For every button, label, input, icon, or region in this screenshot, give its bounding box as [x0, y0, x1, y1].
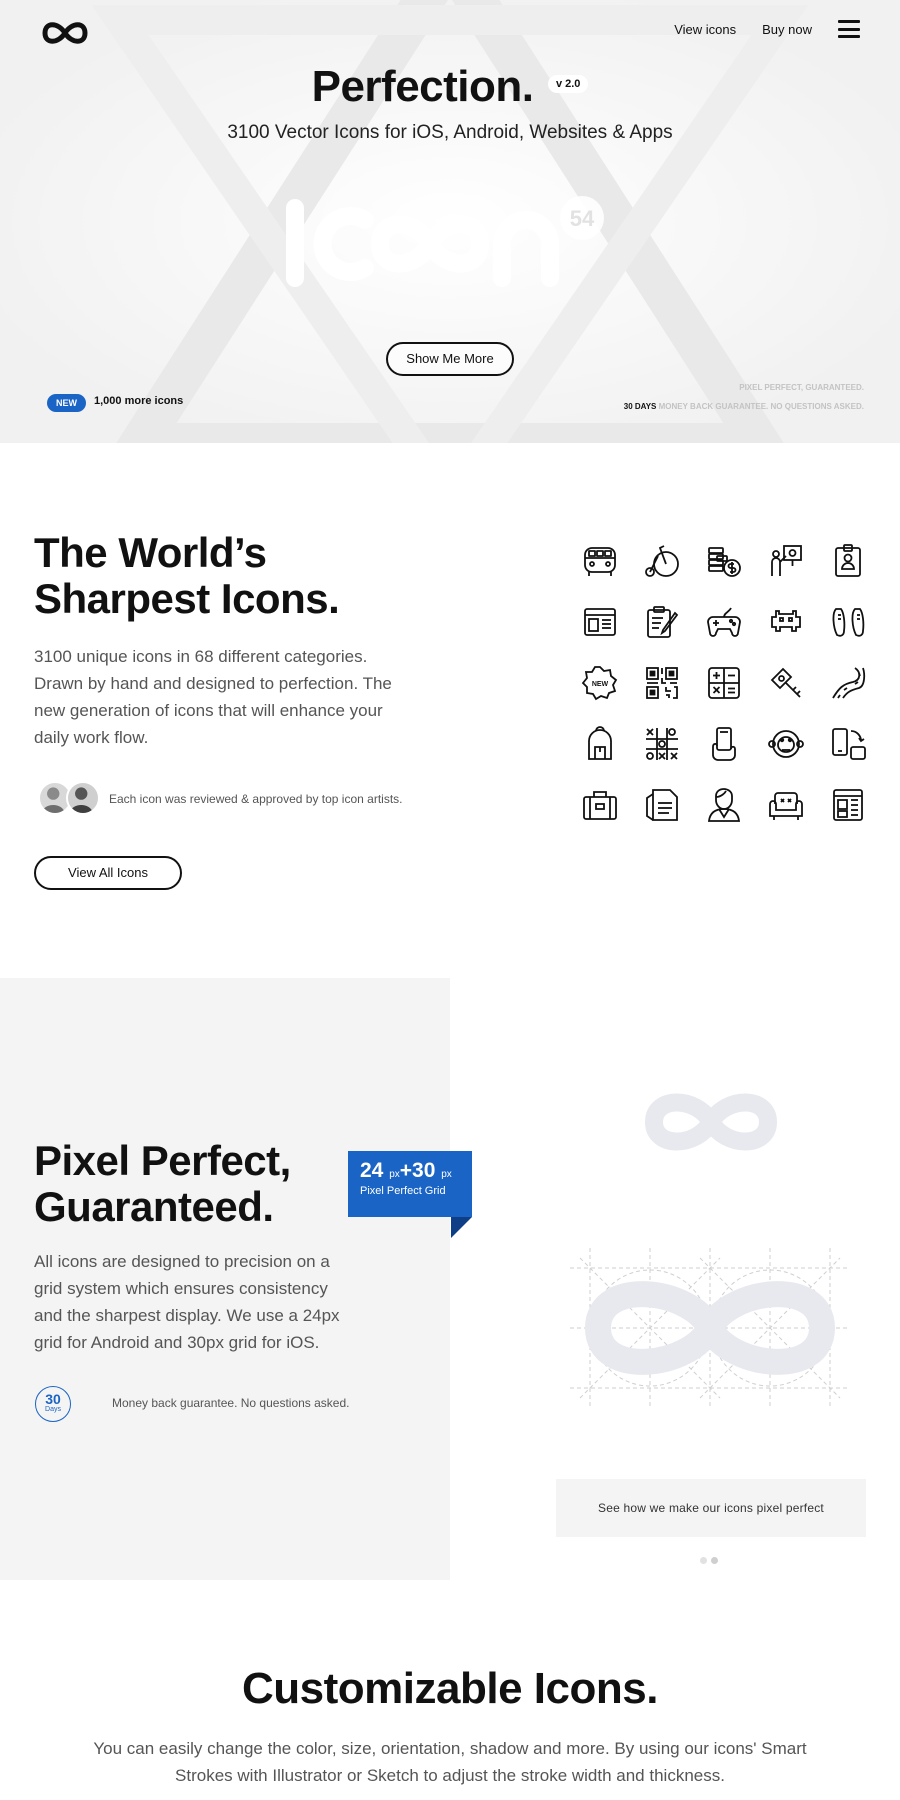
qr-code-icon: [632, 652, 692, 713]
coins-dollar-icon: [694, 530, 754, 591]
sharpest-description: 3100 unique icons in 68 different catego…: [34, 647, 392, 747]
carousel-dot[interactable]: [700, 1557, 707, 1564]
clipboard-pencil-icon: [632, 591, 692, 652]
hero-subtitle: 3100 Vector Icons for iOS, Android, Webs…: [227, 122, 673, 143]
new-badge-icon: NEW: [570, 652, 630, 713]
sneakers-icon: [818, 591, 878, 652]
grid-sizes: 24 px+30 px: [360, 1159, 460, 1183]
browser-layout-icon: [570, 591, 630, 652]
hamburger-line: [838, 27, 860, 31]
infinity-logo[interactable]: [40, 18, 90, 48]
new-badge: NEW: [47, 394, 86, 412]
hamburger-line: [838, 20, 860, 23]
grid-size-ios: 30: [412, 1159, 436, 1182]
tag-key-icon: [756, 652, 816, 713]
view-all-icons-button[interactable]: View All Icons: [34, 856, 182, 890]
tag-fold-shape: [451, 1217, 472, 1238]
pixel-perfect-description: All icons are designed to precision on a…: [34, 1252, 340, 1352]
backpack-icon: [570, 713, 630, 774]
road-icon: [818, 652, 878, 713]
customizable-description: You can easily change the color, size, o…: [93, 1739, 807, 1785]
pixel-perfect-title-line1: Pixel Perfect,: [34, 1137, 291, 1184]
presenter-icon: [756, 530, 816, 591]
hand-phone-icon: [694, 713, 754, 774]
hero-title-row: Perfection. v 2.0: [0, 62, 900, 112]
van-icon: [570, 530, 630, 591]
calculator-icon: [694, 652, 754, 713]
carousel-dots: [700, 1557, 718, 1564]
space-invader-icon: [756, 591, 816, 652]
guarantee-text: MONEY BACK GUARANTEE. NO QUESTIONS ASKED…: [658, 402, 864, 411]
cabinet-icon: [818, 774, 878, 835]
suitcase-icon: [570, 774, 630, 835]
show-me-more-button[interactable]: Show Me More: [386, 342, 514, 376]
nav-view-icons[interactable]: View icons: [674, 22, 736, 37]
see-how-link[interactable]: See how we make our icons pixel perfect: [556, 1479, 866, 1537]
guarantee-days: 30 DAYS: [623, 402, 657, 411]
customizable-title: Customizable Icons.: [242, 1664, 658, 1713]
days-number: 30: [45, 1391, 61, 1407]
sofa-icon: [756, 774, 816, 835]
grid-size-android: 24: [360, 1159, 384, 1182]
pixel-perfect-title: Pixel Perfect, Guaranteed.: [34, 1138, 291, 1230]
avatar: [66, 781, 100, 815]
version-badge: v 2.0: [547, 75, 589, 93]
carousel-dot-active[interactable]: [711, 1557, 718, 1564]
guarantee-line-1: PIXEL PERFECT, GUARANTEED.: [739, 383, 864, 392]
sharpest-title-line2: Sharpest Icons.: [34, 575, 340, 622]
grid-plus: +: [399, 1159, 413, 1182]
icon-showcase-grid: NEW: [570, 530, 890, 830]
hamburger-icon[interactable]: [838, 20, 860, 38]
thirty-days-badge: 30 Days: [35, 1386, 71, 1422]
nav-buy-now[interactable]: Buy now: [762, 22, 812, 37]
grid-tag-label: Pixel Perfect Grid: [360, 1185, 446, 1197]
wordmark-superscript: 54: [570, 206, 595, 231]
top-nav: View icons Buy now: [674, 20, 860, 38]
money-back-text: Money back guarantee. No questions asked…: [112, 1396, 350, 1410]
monkey-icon: [756, 713, 816, 774]
phone-rotate-icon: [818, 713, 878, 774]
pixel-perfect-title-line2: Guaranteed.: [34, 1183, 274, 1230]
penny-farthing-icon: [632, 530, 692, 591]
hamburger-line: [838, 35, 860, 38]
infinity-logo-large: [644, 1093, 778, 1151]
infinity-construction-grid: [570, 1248, 850, 1408]
reviewed-text: Each icon was reviewed & approved by top…: [109, 792, 403, 806]
document-icon: [632, 774, 692, 835]
new-icons-text: 1,000 more icons: [94, 395, 184, 407]
hero-title: Perfection.: [311, 62, 534, 111]
tic-tac-toe-icon: [632, 713, 692, 774]
id-badge-icon: [818, 530, 878, 591]
sharpest-title: The World’s Sharpest Icons.: [34, 529, 340, 622]
grid-unit: px: [441, 1169, 452, 1180]
hero-section: View icons Buy now Perfection. v 2.0 310…: [0, 0, 900, 443]
icon54-wordmark: 54: [286, 196, 604, 287]
days-label: Days: [45, 1406, 61, 1413]
grid-unit: px: [389, 1169, 400, 1180]
guarantee-line-2: 30 DAYS MONEY BACK GUARANTEE. NO QUESTIO…: [624, 402, 864, 411]
new-badge-icon-label: NEW: [592, 681, 609, 688]
user-avatar-icon: [694, 774, 754, 835]
sharpest-title-line1: The World’s: [34, 529, 267, 576]
artist-avatars: [38, 781, 102, 817]
pixel-grid-tag: 24 px+30 px Pixel Perfect Grid: [348, 1151, 472, 1217]
gamepad-icon: [694, 591, 754, 652]
